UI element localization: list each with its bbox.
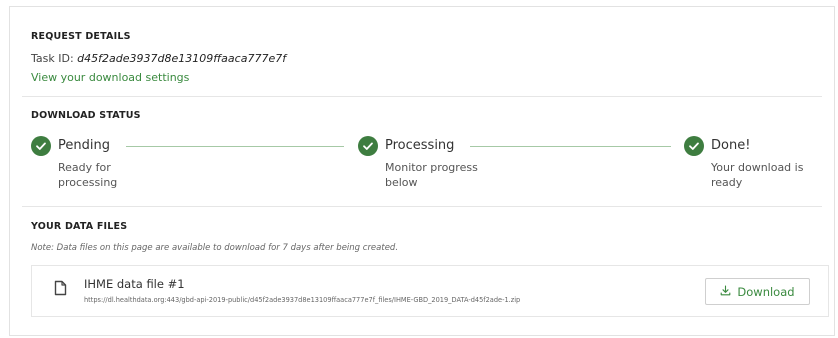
step-pending-label: Pending (58, 138, 110, 153)
task-id-row: Task ID: d45f2ade3937d8e13109ffaaca777e7… (31, 52, 286, 65)
file-name: IHME data file #1 (84, 277, 185, 291)
file-url: https://dl.healthdata.org:443/gbd-api-20… (84, 296, 521, 304)
file-icon (54, 280, 67, 300)
step-pending-desc-line1: Ready for (58, 161, 111, 174)
divider (22, 96, 822, 97)
step-connector-line (470, 146, 671, 147)
task-id-value: d45f2ade3937d8e13109ffaaca777e7f (77, 52, 287, 65)
download-status-heading: DOWNLOAD STATUS (31, 110, 141, 121)
download-request-card: REQUEST DETAILS Task ID: d45f2ade3937d8e… (9, 6, 835, 336)
data-file-item: IHME data file #1 https://dl.healthdata.… (31, 265, 829, 317)
check-circle-icon (31, 136, 51, 156)
divider (22, 206, 822, 207)
step-done-description: Your download is ready (711, 160, 803, 190)
step-done-desc-line1: Your download is (711, 161, 804, 174)
step-pending-desc-line2: processing (58, 176, 118, 189)
step-done-label: Done! (711, 138, 751, 153)
download-icon (720, 284, 731, 299)
view-download-settings-link[interactable]: View your download settings (31, 71, 189, 84)
step-processing-description: Monitor progress below (385, 160, 478, 190)
check-circle-icon (358, 136, 378, 156)
check-circle-icon (684, 136, 704, 156)
download-button[interactable]: Download (705, 278, 810, 305)
data-files-heading: YOUR DATA FILES (31, 221, 128, 232)
step-processing-desc-line1: Monitor progress (385, 161, 478, 174)
request-details-heading: REQUEST DETAILS (31, 31, 131, 42)
data-files-note: Note: Data files on this page are availa… (31, 243, 399, 253)
step-processing-label: Processing (385, 138, 455, 153)
step-pending-description: Ready for processing (58, 160, 117, 190)
step-connector-line (126, 146, 344, 147)
task-id-label: Task ID: (31, 52, 74, 65)
download-button-label: Download (737, 284, 795, 299)
step-processing-desc-line2: below (385, 176, 418, 189)
step-done-desc-line2: ready (711, 176, 743, 189)
